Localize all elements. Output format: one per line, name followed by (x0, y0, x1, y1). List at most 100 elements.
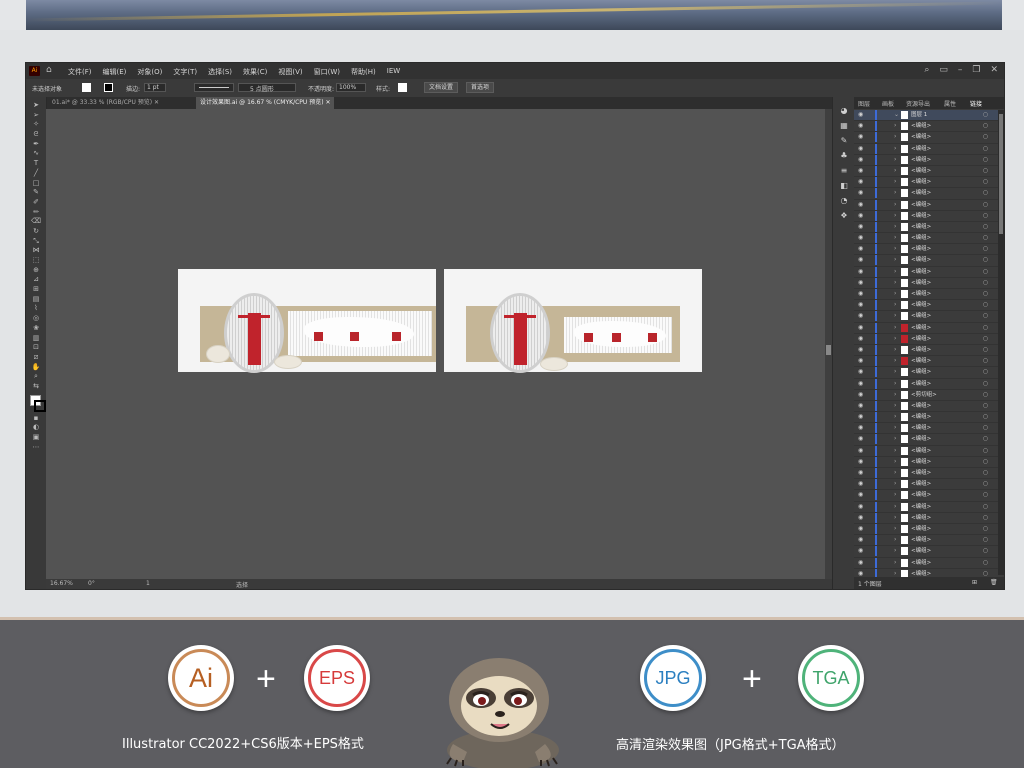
expand-arrow-icon[interactable]: › (894, 334, 896, 344)
menu-item[interactable]: 效果(C) (243, 67, 267, 77)
eye-icon[interactable]: ◉ (858, 479, 863, 489)
shaper-tool-icon[interactable]: ✐ (26, 198, 46, 208)
eye-icon[interactable]: ◉ (858, 166, 863, 176)
canvas-area[interactable] (46, 109, 825, 579)
perspective-grid-icon[interactable]: ⊿ (26, 275, 46, 285)
workspace-icon[interactable]: ▭ (939, 65, 948, 75)
target-icon[interactable]: ○ (983, 490, 988, 500)
eye-icon[interactable]: ◉ (858, 278, 863, 288)
expand-arrow-icon[interactable]: › (894, 222, 896, 232)
stroke-swatch[interactable] (104, 83, 113, 92)
eye-icon[interactable]: ◉ (858, 558, 863, 568)
blend-tool-icon[interactable]: ◎ (26, 314, 46, 324)
magic-wand-icon[interactable]: ✧ (26, 120, 46, 130)
close-tab-icon[interactable]: ✕ (152, 99, 159, 106)
eye-icon[interactable]: ◉ (858, 267, 863, 277)
close-tab-icon[interactable]: ✕ (324, 99, 330, 106)
target-icon[interactable]: ○ (983, 401, 988, 411)
fill-stroke-indicator[interactable] (26, 392, 46, 414)
target-icon[interactable]: ○ (983, 132, 988, 142)
layer-row[interactable]: ◉ › <编组> ○ (854, 445, 998, 457)
layer-row[interactable]: ◉ › <编组> ○ (854, 300, 998, 312)
layer-row[interactable]: ◉ › <编组> ○ (854, 512, 998, 524)
layer-row[interactable]: ◉ › <编组> ○ (854, 434, 998, 446)
target-icon[interactable]: ○ (983, 278, 988, 288)
restore-icon[interactable]: ❐ (972, 65, 980, 75)
new-layer-icon[interactable]: ⊞ (972, 579, 977, 586)
layer-row[interactable]: ◉ › <编组> ○ (854, 400, 998, 413)
collapse-arrow-icon[interactable]: ⌄ (894, 110, 899, 120)
lasso-icon[interactable]: ᘓ (26, 130, 46, 140)
target-icon[interactable]: ○ (983, 300, 988, 310)
target-icon[interactable]: ○ (983, 233, 988, 243)
expand-arrow-icon[interactable]: › (894, 390, 896, 400)
eye-icon[interactable]: ◉ (858, 110, 863, 120)
layer-row[interactable]: ◉ › <编组> ○ (854, 423, 998, 435)
eye-icon[interactable]: ◉ (858, 233, 863, 243)
target-icon[interactable]: ○ (983, 390, 988, 400)
eye-icon[interactable]: ◉ (858, 446, 863, 456)
menu-item[interactable]: IEW (387, 67, 400, 77)
layer-row-top[interactable]: ◉ ⌄ 图层 1 ○ (854, 110, 998, 122)
eye-icon[interactable]: ◉ (858, 222, 863, 232)
fill-swatch[interactable] (82, 83, 91, 92)
menu-item[interactable]: 视图(V) (278, 67, 302, 77)
gradient-panel-icon[interactable]: ◧ (833, 178, 855, 193)
target-icon[interactable]: ○ (983, 502, 988, 512)
layer-row[interactable]: ◉ › <编组> ○ (854, 221, 998, 234)
expand-arrow-icon[interactable]: › (894, 423, 896, 433)
stroke-panel-icon[interactable]: ≡ (833, 163, 855, 178)
layer-row[interactable]: ◉ › <编组> ○ (854, 356, 998, 368)
layer-row[interactable]: ◉ › <编组> ○ (854, 154, 998, 166)
hand-tool-icon[interactable]: ✋ (26, 363, 46, 373)
symbols-icon[interactable]: ♣ (833, 148, 855, 163)
eye-icon[interactable]: ◉ (858, 289, 863, 299)
menu-item[interactable]: 帮助(H) (351, 67, 376, 77)
target-icon[interactable]: ○ (983, 110, 988, 120)
eye-icon[interactable]: ◉ (858, 379, 863, 389)
appearance-icon[interactable]: ❖ (833, 208, 855, 223)
eyedropper-icon[interactable]: ⌇ (26, 304, 46, 314)
variable-width-profile[interactable] (194, 83, 234, 92)
target-icon[interactable]: ○ (983, 177, 988, 187)
target-icon[interactable]: ○ (983, 323, 988, 333)
rotation-angle[interactable]: 0° (88, 580, 95, 587)
target-icon[interactable]: ○ (983, 379, 988, 389)
expand-arrow-icon[interactable]: › (894, 244, 896, 254)
menu-item[interactable]: 编辑(E) (103, 67, 127, 77)
eye-icon[interactable]: ◉ (858, 490, 863, 500)
menu-item[interactable]: 选择(S) (208, 67, 232, 77)
edit-toolbar-icon[interactable]: ⋯ (26, 443, 46, 453)
target-icon[interactable]: ○ (983, 311, 988, 321)
expand-arrow-icon[interactable]: › (894, 446, 896, 456)
expand-arrow-icon[interactable]: › (894, 289, 896, 299)
expand-arrow-icon[interactable]: › (894, 144, 896, 154)
document-setup-button[interactable]: 文档设置 (424, 82, 459, 93)
color-panel-icon[interactable]: ◕ (833, 103, 855, 118)
transparency-icon[interactable]: ◔ (833, 193, 855, 208)
target-icon[interactable]: ○ (983, 155, 988, 165)
target-icon[interactable]: ○ (983, 345, 988, 355)
layer-row[interactable]: ◉ › <编组> ○ (854, 490, 998, 502)
eye-icon[interactable]: ◉ (858, 211, 863, 221)
menu-item[interactable]: 文件(F) (68, 67, 92, 77)
home-icon[interactable]: ⌂ (46, 65, 52, 75)
target-icon[interactable]: ○ (983, 267, 988, 277)
expand-arrow-icon[interactable]: › (894, 401, 896, 411)
layer-row[interactable]: ◉ › <编组> ○ (854, 255, 998, 267)
close-icon[interactable]: ✕ (990, 65, 998, 75)
target-icon[interactable]: ○ (983, 222, 988, 232)
eye-icon[interactable]: ◉ (858, 188, 863, 198)
eye-icon[interactable]: ◉ (858, 144, 863, 154)
pen-tool-icon[interactable]: ✒ (26, 140, 46, 150)
shape-builder-icon[interactable]: ⊕ (26, 266, 46, 276)
layer-row[interactable]: ◉ › <编组> ○ (854, 322, 998, 334)
slice-tool-icon[interactable]: ⧄ (26, 353, 46, 363)
expand-arrow-icon[interactable]: › (894, 468, 896, 478)
expand-arrow-icon[interactable]: › (894, 367, 896, 377)
mesh-tool-icon[interactable]: ⊞ (26, 285, 46, 295)
target-icon[interactable]: ○ (983, 513, 988, 523)
expand-arrow-icon[interactable]: › (894, 412, 896, 422)
expand-arrow-icon[interactable]: › (894, 490, 896, 500)
eye-icon[interactable]: ◉ (858, 300, 863, 310)
